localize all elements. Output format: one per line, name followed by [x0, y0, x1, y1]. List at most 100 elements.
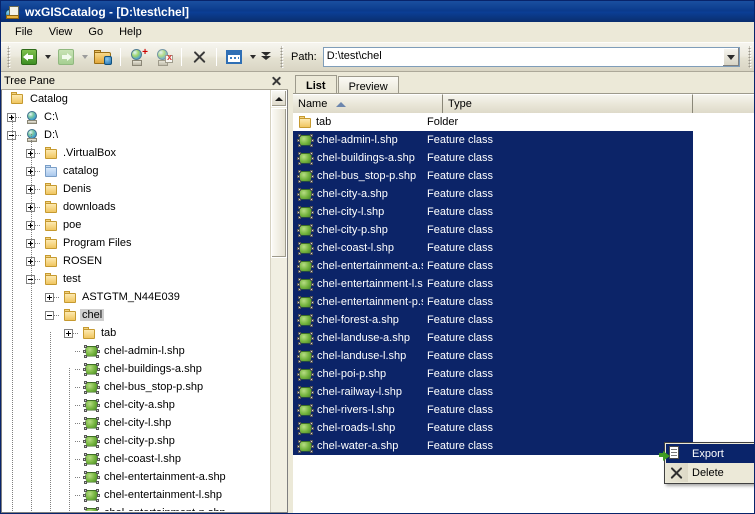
path-input[interactable]: D:\test\chel [323, 48, 722, 66]
tree-node-chel-entertainment-l-shp[interactable]: chel-entertainment-l.shp [3, 486, 267, 504]
shapefile-icon [297, 259, 314, 273]
back-button[interactable] [17, 45, 41, 69]
table-row[interactable]: chel-forest-a.shp Feature class [293, 311, 693, 329]
content-pane: List Preview Name Type tab Folder chel-a… [293, 72, 754, 513]
list-item-type: Feature class [427, 242, 494, 254]
expand-node-icon[interactable] [45, 292, 54, 302]
tree-node-chel-bus-stop-p-shp[interactable]: chel-bus_stop-p.shp [3, 378, 267, 396]
context-menu-item-export[interactable]: Export [659, 444, 754, 463]
tree-node-chel-coast-l-shp[interactable]: chel-coast-l.shp [3, 450, 267, 468]
table-row[interactable]: chel-landuse-l.shp Feature class [293, 347, 693, 365]
tree-node-d[interactable]: D:\ [3, 126, 267, 144]
tree-node-poe[interactable]: poe [3, 216, 267, 234]
back-dropdown[interactable] [42, 45, 53, 69]
menu-view[interactable]: View [41, 24, 81, 40]
tree-node-rosen[interactable]: ROSEN [3, 252, 267, 270]
tree-node-test[interactable]: test [3, 270, 267, 288]
collapse-node-icon[interactable] [45, 310, 54, 320]
path-bar-gripper[interactable] [279, 46, 286, 68]
tree-node-chel-entertainment-p-shp[interactable]: chel-entertainment-p.shp [3, 504, 267, 511]
menu-help[interactable]: Help [111, 24, 150, 40]
table-row[interactable]: chel-city-p.shp Feature class [293, 221, 693, 239]
column-header-name[interactable]: Name [293, 94, 443, 113]
shapefile-icon [83, 362, 100, 376]
menu-go[interactable]: Go [80, 24, 111, 40]
context-menu-item-delete[interactable]: Delete DEL [666, 463, 754, 482]
list-cell-name: chel-bus_stop-p.shp [293, 169, 423, 183]
table-row[interactable]: chel-city-a.shp Feature class [293, 185, 693, 203]
delete-button[interactable] [187, 45, 211, 69]
shapefile-icon [297, 331, 314, 345]
table-row[interactable]: chel-entertainment-p.shp Feature class [293, 293, 693, 311]
tree-view[interactable]: Catalog C:\ D:\ .VirtualBox catalog Denis down… [1, 90, 288, 513]
toolbar-overflow-button[interactable] [258, 45, 274, 69]
table-row[interactable]: chel-poi-p.shp Feature class [293, 365, 693, 383]
tree-pane-close-button[interactable] [267, 73, 285, 89]
tree-node-downloads[interactable]: downloads [3, 198, 267, 216]
tree-vertical-scrollbar[interactable] [270, 90, 287, 512]
tree-node-label: catalog [63, 165, 99, 177]
list-cell-name: chel-entertainment-p.shp [293, 295, 423, 309]
tree-connector-line [16, 116, 22, 118]
tree-scroll-up-button[interactable] [271, 90, 287, 107]
disconnect-folder-button[interactable] [152, 45, 176, 69]
tree-node-label: chel-buildings-a.shp [104, 363, 202, 375]
path-combobox[interactable]: D:\test\chel [322, 47, 740, 67]
forward-button[interactable] [54, 45, 78, 69]
tree-node-c[interactable]: C:\ [3, 108, 267, 126]
forward-dropdown[interactable] [79, 45, 90, 69]
table-row[interactable]: chel-railway-l.shp Feature class [293, 383, 693, 401]
table-row[interactable]: chel-buildings-a.shp Feature class [293, 149, 693, 167]
menu-file[interactable]: File [7, 24, 41, 40]
view-style-button[interactable] [222, 45, 246, 69]
tree-node-chel-city-p-shp[interactable]: chel-city-p.shp [3, 432, 267, 450]
tree-node-chel-admin-l-shp[interactable]: chel-admin-l.shp [3, 342, 267, 360]
tree-node-catalog[interactable]: Catalog [3, 90, 267, 108]
tree-node-denis[interactable]: Denis [3, 180, 267, 198]
toolbar-end-gripper[interactable] [747, 46, 754, 68]
tree-node-chel-city-l-shp[interactable]: chel-city-l.shp [3, 414, 267, 432]
view-style-dropdown[interactable] [247, 45, 258, 69]
tree-connector-line [75, 368, 81, 370]
tree-node-chel-entertainment-a-shp[interactable]: chel-entertainment-a.shp [3, 468, 267, 486]
tree-node-chel-city-a-shp[interactable]: chel-city-a.shp [3, 396, 267, 414]
list-cell-name: chel-admin-l.shp [293, 133, 423, 147]
column-header-type[interactable]: Type [443, 94, 693, 113]
table-row[interactable]: chel-city-l.shp Feature class [293, 203, 693, 221]
tree-scroll-thumb[interactable] [271, 108, 287, 258]
tree-node-chel[interactable]: chel [3, 306, 267, 324]
tree-node-virtualbox[interactable]: .VirtualBox [3, 144, 267, 162]
table-row[interactable]: chel-roads-l.shp Feature class [293, 419, 693, 437]
column-header-name-label: Name [298, 98, 328, 110]
table-row[interactable]: chel-coast-l.shp Feature class [293, 239, 693, 257]
tree-node-chel-buildings-a-shp[interactable]: chel-buildings-a.shp [3, 360, 267, 378]
column-header-extra[interactable] [693, 94, 754, 113]
list-item-name: chel-forest-a.shp [317, 314, 399, 326]
path-dropdown-button[interactable] [722, 48, 739, 66]
shapefile-icon [83, 344, 100, 358]
table-row[interactable]: chel-entertainment-l.shp Feature class [293, 275, 693, 293]
tree-connector-line [16, 134, 22, 136]
table-row[interactable]: chel-admin-l.shp Feature class [293, 131, 693, 149]
table-row[interactable]: chel-rivers-l.shp Feature class [293, 401, 693, 419]
table-row[interactable]: chel-landuse-a.shp Feature class [293, 329, 693, 347]
tree-node-label: Denis [63, 183, 92, 195]
tree-node-catalog[interactable]: catalog [3, 162, 267, 180]
table-row[interactable]: chel-water-a.shp Feature class [293, 437, 693, 455]
tree-node-astgtm-n44e039[interactable]: ASTGTM_N44E039 [3, 288, 267, 306]
up-one-level-button[interactable] [91, 45, 115, 69]
tree-node-tab[interactable]: tab [3, 324, 267, 342]
table-row[interactable]: tab Folder [293, 113, 754, 131]
list-item-name: chel-city-p.shp [317, 224, 388, 236]
shapefile-icon [83, 470, 100, 484]
list-item-type: Feature class [427, 368, 494, 380]
toolbar-gripper[interactable] [6, 46, 13, 68]
context-menu[interactable]: Export Delete DEL [659, 442, 754, 484]
connect-folder-button[interactable]: + [126, 45, 150, 69]
table-row[interactable]: chel-entertainment-a.shp Feature class [293, 257, 693, 275]
tree-node-program-files[interactable]: Program Files [3, 234, 267, 252]
table-row[interactable]: chel-bus_stop-p.shp Feature class [293, 167, 693, 185]
expand-node-icon[interactable] [64, 328, 73, 338]
list-item-name: chel-bus_stop-p.shp [317, 170, 417, 182]
tab-list[interactable]: List [295, 75, 337, 95]
